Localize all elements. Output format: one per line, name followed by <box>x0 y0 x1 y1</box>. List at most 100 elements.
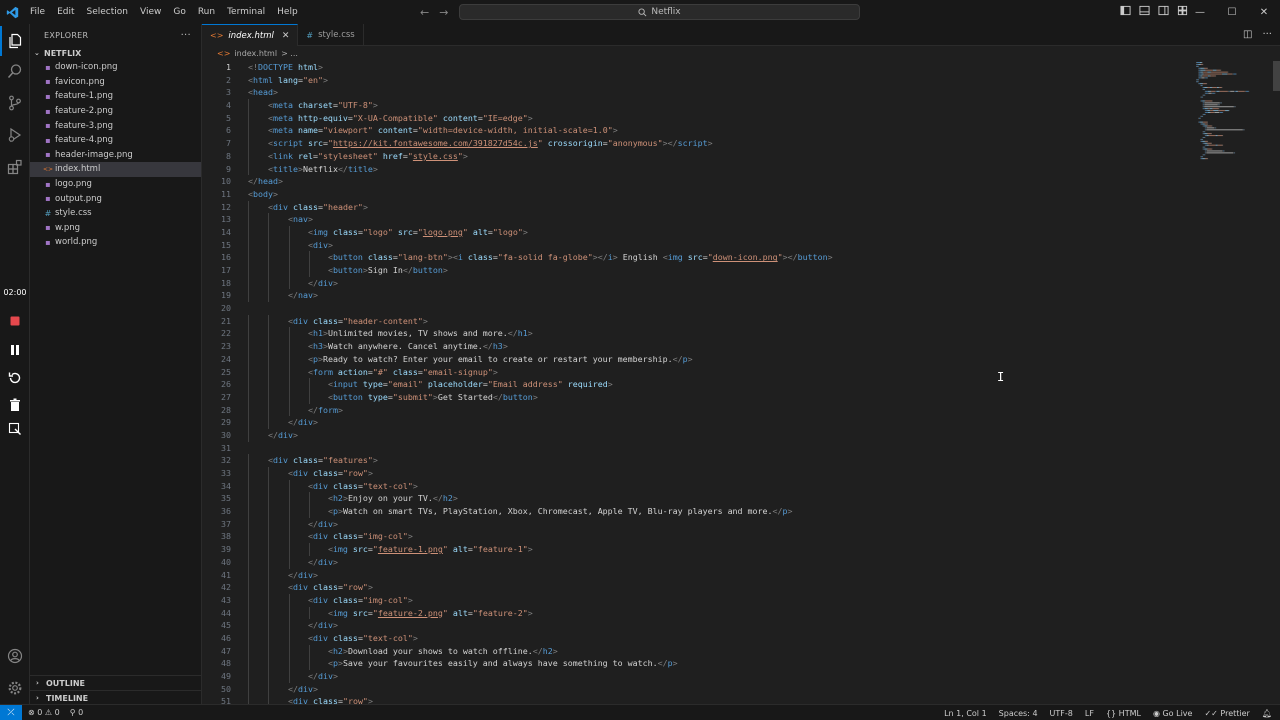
code-line[interactable]: </div> <box>248 517 833 531</box>
code-line[interactable]: <img src="feature-2.png" alt="feature-2"… <box>248 606 833 620</box>
code-line[interactable]: <div class="row"> <box>248 581 833 594</box>
menu-item-run[interactable]: Run <box>192 0 221 24</box>
file-item[interactable]: # style.css <box>30 206 201 221</box>
menu-item-view[interactable]: View <box>134 0 167 24</box>
code-line[interactable]: <img class="logo" src="logo.png" alt="lo… <box>248 225 833 239</box>
maximize-icon[interactable]: ☐ <box>1216 0 1248 24</box>
code-line[interactable]: </div> <box>248 555 833 569</box>
code-line[interactable]: <div class="header-content"> <box>248 314 833 328</box>
ports-indicator[interactable]: ⚲ 0 <box>70 708 84 717</box>
code-line[interactable]: <button type="submit">Get Started</butto… <box>248 390 833 404</box>
command-center-search[interactable]: Netflix <box>459 4 860 20</box>
file-item[interactable]: ▪ world.png <box>30 235 201 250</box>
code-line[interactable]: <button>Sign In</button> <box>248 264 833 277</box>
tab-style-css[interactable]: # style.css <box>298 24 364 46</box>
menu-item-go[interactable]: Go <box>167 0 191 24</box>
tab-index-html[interactable]: <> index.html ✕ <box>202 24 299 46</box>
more-editor-actions-icon[interactable]: ··· <box>1262 29 1272 40</box>
code-line[interactable]: <h3>Watch anywhere. Cancel anytime.</h3> <box>248 340 833 353</box>
code-line[interactable]: <p>Ready to watch? Enter your email to c… <box>248 352 833 366</box>
code-lines[interactable]: <!DOCTYPE html> <html lang="en"> <head> <m… <box>248 61 833 704</box>
toggle-panel-icon[interactable] <box>1139 5 1150 16</box>
code-line[interactable]: <p>Watch on smart TVs, PlayStation, Xbox… <box>248 505 833 518</box>
code-line[interactable]: <p>Save your favourites easily and alway… <box>248 657 833 670</box>
menu-item-terminal[interactable]: Terminal <box>221 0 271 24</box>
extensions-icon[interactable] <box>0 152 30 182</box>
draw-icon[interactable] <box>0 414 30 444</box>
code-line[interactable]: <div class="features"> <box>248 454 833 467</box>
code-line[interactable]: </div> <box>248 568 833 582</box>
code-line[interactable]: <h2>Enjoy on your TV.</h2> <box>248 492 833 506</box>
indentation[interactable]: Spaces: 4 <box>999 709 1038 718</box>
close-window-icon[interactable]: ✕ <box>1248 0 1280 24</box>
search-sidebar-icon[interactable] <box>0 56 30 86</box>
code-line[interactable]: <form action="#" class="email-signup"> <box>248 365 833 379</box>
stop-recording-icon[interactable] <box>0 306 30 336</box>
code-line[interactable]: <div class="img-col"> <box>248 530 833 544</box>
file-item[interactable]: ▪ feature-3.png <box>30 118 201 133</box>
minimap[interactable] <box>1194 61 1274 261</box>
problems-indicator[interactable]: ⊗ 0 ⚠ 0 <box>28 708 60 717</box>
source-control-icon[interactable] <box>0 88 30 118</box>
file-item[interactable]: <> index.html <box>30 162 201 177</box>
code-line[interactable]: <body> <box>248 188 833 201</box>
more-actions-icon[interactable]: ··· <box>181 30 191 41</box>
toggle-primary-sidebar-icon[interactable] <box>1120 5 1131 16</box>
split-editor-icon[interactable]: ◫ <box>1243 29 1252 40</box>
code-line[interactable]: </div> <box>248 276 833 290</box>
code-line[interactable]: <link rel="stylesheet" href="style.css"> <box>248 149 833 163</box>
pause-icon[interactable] <box>0 335 30 365</box>
file-item[interactable]: ▪ favicon.png <box>30 75 201 90</box>
menu-item-file[interactable]: File <box>24 0 51 24</box>
code-line[interactable]: </head> <box>248 175 833 188</box>
code-line[interactable]: </div> <box>248 416 833 429</box>
code-line[interactable]: </div> <box>248 619 833 632</box>
toggle-secondary-sidebar-icon[interactable] <box>1158 5 1169 16</box>
scrollbar-thumb[interactable] <box>1273 61 1280 91</box>
code-line[interactable]: </div> <box>248 670 833 683</box>
code-line[interactable]: <html lang="en"> <box>248 74 833 87</box>
code-line[interactable]: </nav> <box>248 289 833 303</box>
menu-item-edit[interactable]: Edit <box>51 0 80 24</box>
forward-arrow-icon[interactable]: → <box>439 6 448 19</box>
file-item[interactable]: ▪ feature-4.png <box>30 133 201 148</box>
code-line[interactable]: <button class="lang-btn"><i class="fa-so… <box>248 251 833 264</box>
code-line[interactable]: <div> <box>248 238 833 252</box>
file-item[interactable]: ▪ down-icon.png <box>30 60 201 75</box>
code-line[interactable]: <div class="row"> <box>248 695 833 704</box>
settings-gear-icon[interactable] <box>0 673 30 703</box>
menu-item-selection[interactable]: Selection <box>81 0 134 24</box>
prettier-button[interactable]: ✓✓ Prettier <box>1204 709 1249 718</box>
code-line[interactable]: <meta charset="UTF-8"> <box>248 99 833 112</box>
code-line[interactable] <box>248 302 833 315</box>
code-line[interactable]: <div class="text-col"> <box>248 479 833 493</box>
language-mode[interactable]: {} HTML <box>1106 709 1141 718</box>
code-line[interactable]: <nav> <box>248 213 833 226</box>
timeline-section[interactable]: › TIMELINE <box>30 690 202 705</box>
file-item[interactable]: ▪ feature-2.png <box>30 104 201 119</box>
code-line[interactable]: <h2>Download your shows to watch offline… <box>248 644 833 658</box>
code-line[interactable]: <div class="header"> <box>248 200 833 214</box>
encoding[interactable]: UTF-8 <box>1050 709 1073 718</box>
menu-item-help[interactable]: Help <box>271 0 304 24</box>
code-line[interactable]: <meta name="viewport" content="width=dev… <box>248 124 833 138</box>
outline-section[interactable]: › OUTLINE <box>30 675 202 690</box>
breadcrumb-rest[interactable]: > ... <box>281 49 298 58</box>
code-line[interactable]: </div> <box>248 428 833 442</box>
accounts-icon[interactable] <box>0 641 30 671</box>
file-item[interactable]: ▪ header-image.png <box>30 148 201 163</box>
code-line[interactable]: </form> <box>248 403 833 417</box>
code-line[interactable]: <h1>Unlimited movies, TV shows and more.… <box>248 327 833 341</box>
minimize-icon[interactable]: — <box>1184 0 1216 24</box>
code-editor[interactable]: 1 2 3 4 5 6 7 8 9 10 11 12 13 14 15 16 17 18 19 20 21 22 23 24 2… <box>202 61 1280 704</box>
code-line[interactable]: </div> <box>248 682 833 696</box>
folder-netflix[interactable]: ⌄ NETFLIX <box>30 46 201 60</box>
cursor-position[interactable]: Ln 1, Col 1 <box>944 709 987 718</box>
go-live-button[interactable]: ◉ Go Live <box>1153 709 1193 718</box>
code-line[interactable]: <head> <box>248 86 833 99</box>
close-icon[interactable]: ✕ <box>282 31 290 41</box>
file-item[interactable]: ▪ logo.png <box>30 177 201 192</box>
file-item[interactable]: ▪ output.png <box>30 191 201 206</box>
code-line[interactable]: <meta http-equiv="X-UA-Compatible" conte… <box>248 111 833 125</box>
code-line[interactable]: <input type="email" placeholder="Email a… <box>248 378 833 391</box>
